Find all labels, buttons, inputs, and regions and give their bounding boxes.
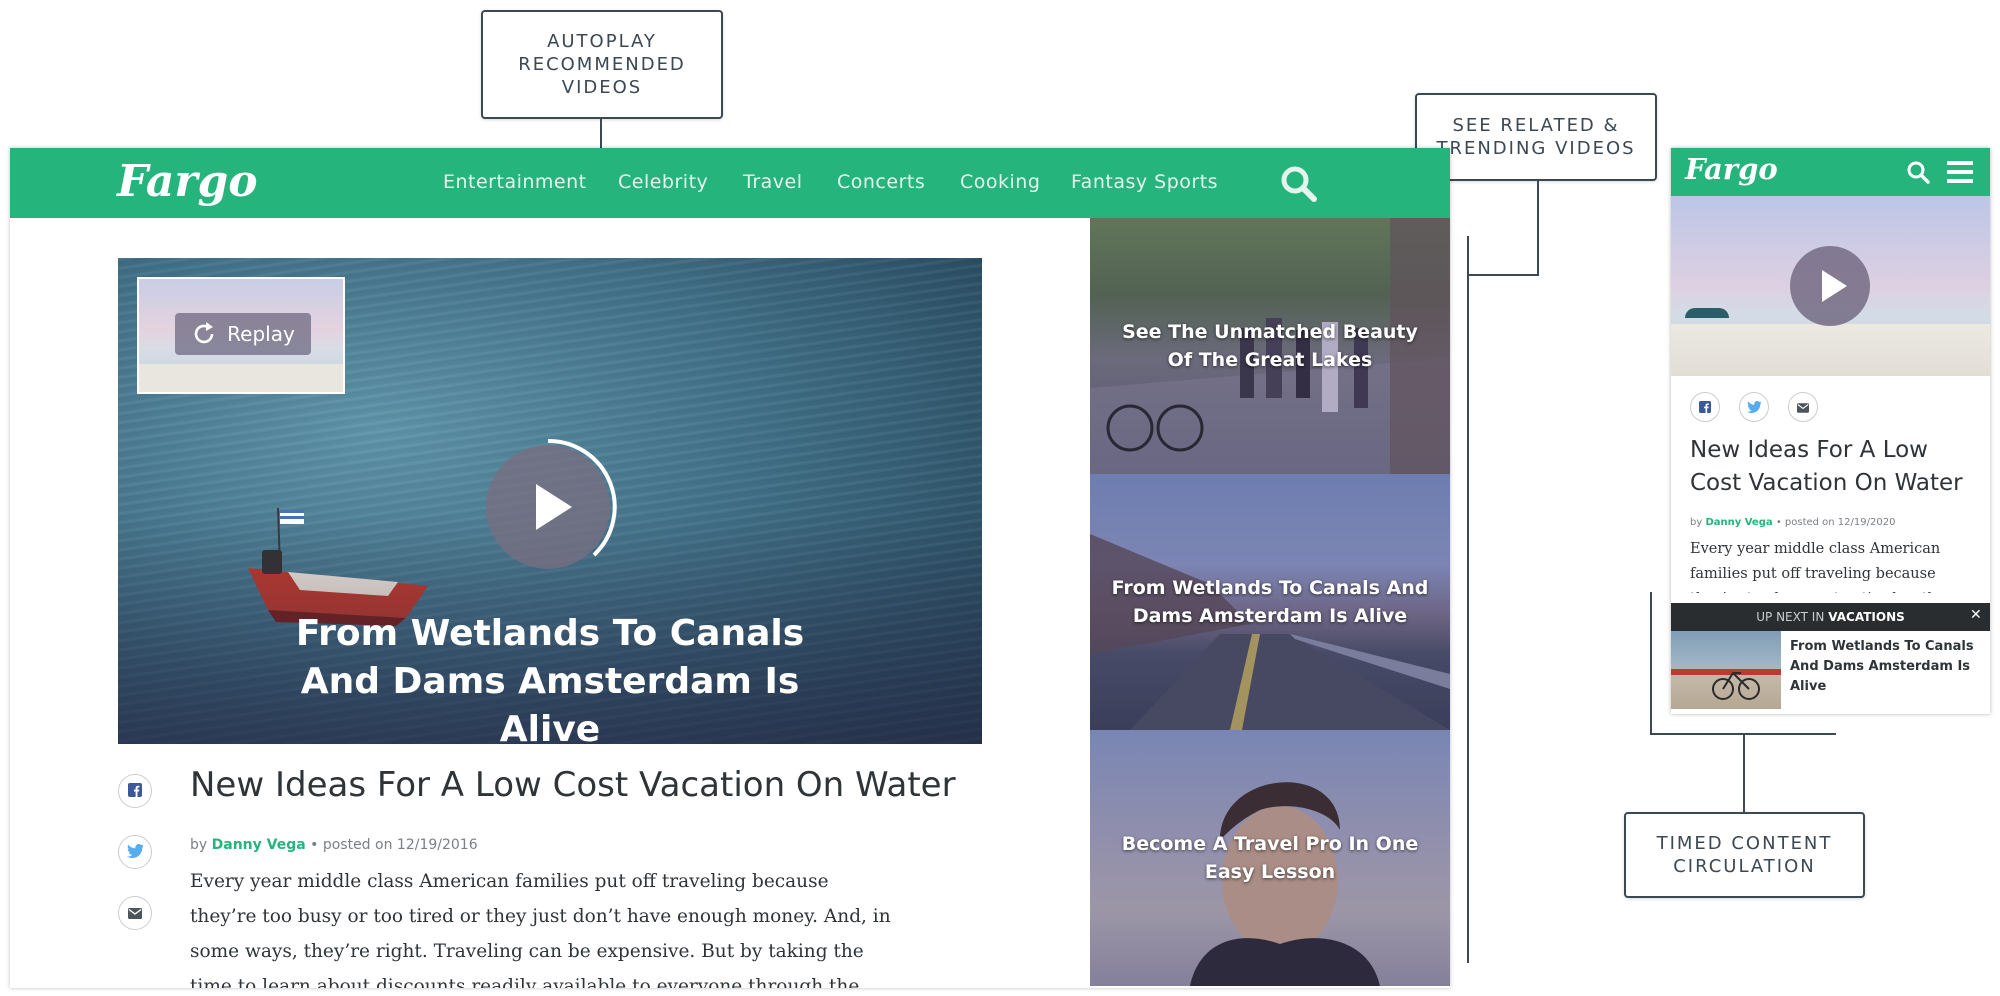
up-next-header: UP NEXT IN VACATIONS — [1671, 603, 1990, 631]
email-share-button[interactable] — [118, 896, 152, 930]
connector-line — [1467, 236, 1469, 963]
related-video-tile[interactable]: From Wetlands To Canals And Dams Amsterd… — [1090, 474, 1450, 730]
mobile-page: Fargo New Ideas For A Low Cost Vacation … — [1671, 148, 1990, 714]
byline-by: by — [1690, 517, 1703, 528]
callout-timed: TIMED CONTENT CIRCULATION — [1624, 812, 1865, 898]
play-button[interactable] — [1790, 246, 1870, 326]
mobile-top-navigation: Fargo — [1671, 148, 1990, 196]
site-logo[interactable]: Fargo — [117, 156, 258, 207]
email-share-button[interactable] — [1788, 392, 1818, 422]
replay-icon — [191, 321, 217, 347]
beach-sand — [1671, 324, 1990, 376]
mobile-article-title: New Ideas For A Low Cost Vacation On Wat… — [1690, 437, 1963, 496]
close-icon[interactable]: ✕ — [1970, 607, 1982, 623]
email-icon — [128, 904, 142, 923]
author-link[interactable]: Danny Vega — [1705, 517, 1772, 528]
mobile-article-byline: by Danny Vega • posted on 12/19/2020 — [1690, 517, 1895, 528]
article-byline: by Danny Vega • posted on 12/19/2016 — [190, 837, 478, 853]
connector-line — [1537, 181, 1539, 276]
up-next-title: From Wetlands To Canals And Dams Amsterd… — [1790, 639, 1974, 694]
mobile-site-logo[interactable]: Fargo — [1685, 152, 1778, 186]
callout-autoplay: AUTOPLAY RECOMMENDED VIDEOS — [481, 10, 723, 119]
nav-item-concerts[interactable]: Concerts — [837, 171, 925, 193]
related-video-title: Become A Travel Pro In One Easy Lesson — [1121, 833, 1419, 883]
replay-thumbnail[interactable]: Replay — [137, 277, 345, 394]
byline-date: • posted on 12/19/2016 — [310, 837, 478, 853]
related-video-tile[interactable]: Become A Travel Pro In One Easy Lesson — [1090, 730, 1450, 986]
related-video-title: From Wetlands To Canals And Dams Amsterd… — [1111, 577, 1429, 627]
facebook-share-button[interactable] — [118, 774, 152, 808]
twitter-icon — [1746, 398, 1762, 417]
nav-item-travel[interactable]: Travel — [743, 171, 802, 193]
nav-item-entertainment[interactable]: Entertainment — [443, 171, 587, 193]
up-next-label: UP NEXT IN — [1756, 610, 1825, 624]
mobile-video-player[interactable] — [1671, 196, 1990, 376]
top-navigation: Fargo Entertainment Celebrity Travel Con… — [10, 148, 1450, 218]
desktop-page: Fargo Entertainment Celebrity Travel Con… — [10, 148, 1450, 988]
replay-label: Replay — [227, 322, 295, 346]
twitter-icon — [126, 843, 144, 862]
search-icon[interactable] — [1906, 160, 1930, 184]
callout-related: SEE RELATED & TRENDING VIDEOS — [1415, 93, 1657, 181]
byline-by: by — [190, 837, 208, 853]
facebook-icon — [128, 782, 142, 801]
connector-line — [1468, 274, 1539, 276]
nav-item-celebrity[interactable]: Celebrity — [618, 171, 708, 193]
nav-item-cooking[interactable]: Cooking — [960, 171, 1040, 193]
up-next-item[interactable]: From Wetlands To Canals And Dams Amsterd… — [1671, 631, 1990, 714]
hamburger-menu-icon[interactable] — [1947, 161, 1973, 183]
twitter-share-button[interactable] — [118, 835, 152, 869]
beach-umbrella — [1685, 308, 1729, 318]
article-body: Every year middle class American familie… — [190, 871, 891, 988]
author-link[interactable]: Danny Vega — [212, 837, 306, 853]
related-video-title: See The Unmatched Beauty Of The Great La… — [1122, 321, 1418, 371]
bicycle-image — [1712, 671, 1760, 700]
related-video-tile[interactable]: See The Unmatched Beauty Of The Great La… — [1090, 218, 1450, 474]
facebook-icon — [1699, 398, 1711, 417]
video-overlay-title: From Wetlands To Canals And Dams Amsterd… — [295, 613, 805, 744]
mobile-article-body: Every year middle class American familie… — [1690, 541, 1954, 593]
nav-item-fantasy-sports[interactable]: Fantasy Sports — [1071, 171, 1218, 193]
search-icon[interactable] — [1280, 165, 1318, 203]
twitter-share-button[interactable] — [1739, 392, 1769, 422]
up-next-category: VACATIONS — [1828, 610, 1905, 624]
connector-line — [1650, 592, 1652, 735]
connector-line — [1650, 733, 1836, 735]
byline-date: • posted on 12/19/2020 — [1775, 517, 1896, 528]
video-player[interactable]: Replay From Wetlands To Canals And Dams … — [118, 258, 982, 744]
up-next-thumbnail — [1671, 631, 1781, 709]
connector-line — [1743, 734, 1745, 812]
play-button[interactable] — [484, 438, 620, 575]
replay-button[interactable]: Replay — [175, 313, 311, 355]
email-icon — [1797, 398, 1809, 417]
beach-sand — [139, 364, 343, 392]
article-title: New Ideas For A Low Cost Vacation On Wat… — [190, 765, 956, 805]
facebook-share-button[interactable] — [1690, 392, 1720, 422]
